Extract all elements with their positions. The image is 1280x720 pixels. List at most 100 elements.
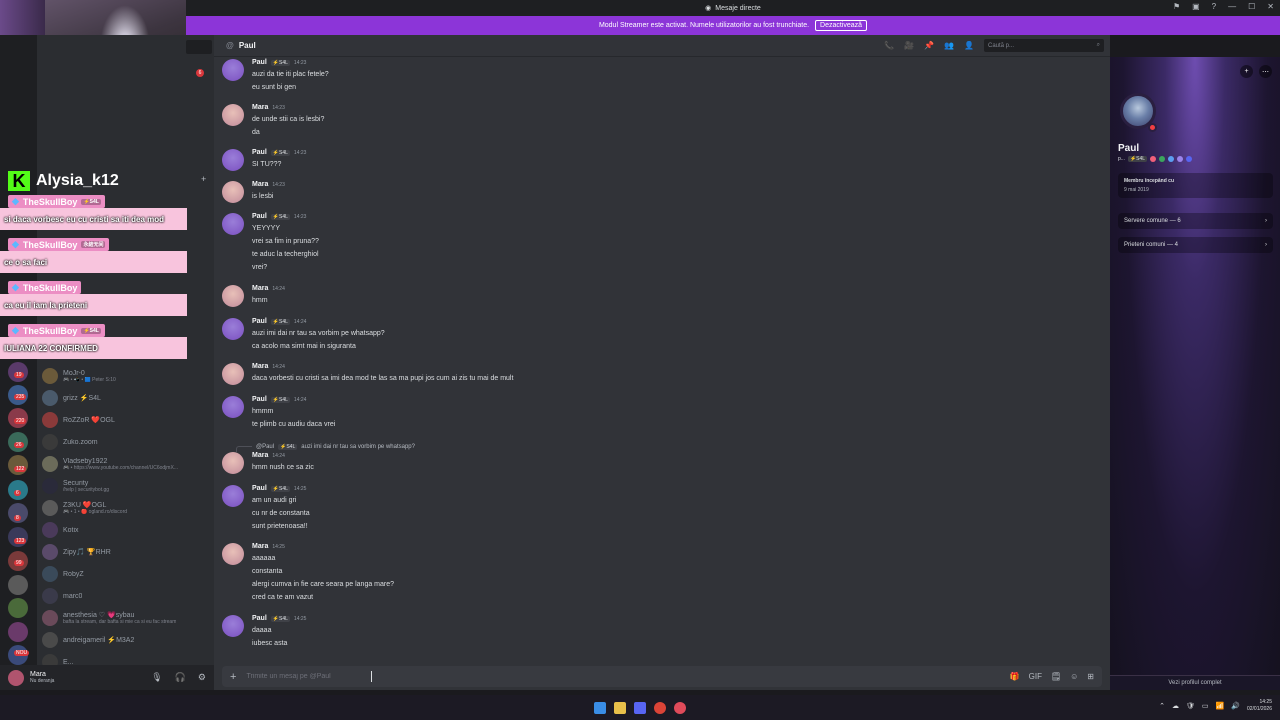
message-author[interactable]: Mara bbox=[252, 285, 268, 292]
dm-list-item[interactable]: anesthesia ♡ 💗sybau bafta la stream, dar … bbox=[42, 607, 212, 629]
minimize-button[interactable]: — bbox=[1228, 2, 1236, 11]
sticker-icon[interactable]: 🗒 bbox=[1051, 672, 1061, 681]
headphones-icon[interactable]: 🎧 bbox=[175, 672, 186, 683]
common-servers-row[interactable]: Servere comune — 6 › bbox=[1118, 213, 1273, 229]
dm-list-item[interactable]: Zipy🎵 🏆RHR bbox=[42, 541, 212, 563]
message-author[interactable]: Paul bbox=[252, 149, 267, 156]
message-author[interactable]: Mara bbox=[252, 181, 268, 188]
video-call-icon[interactable]: 🎥 bbox=[904, 41, 914, 50]
dm-list-item[interactable]: RoZZoR ❤️OGL bbox=[42, 409, 212, 431]
apps-icon[interactable]: ⊞ bbox=[1087, 672, 1094, 681]
cloud-icon[interactable]: ☁ bbox=[1172, 702, 1179, 710]
dm-list-item[interactable]: Security/help | securitybot.gg bbox=[42, 475, 212, 497]
server-icon[interactable] bbox=[8, 575, 28, 595]
app-icon[interactable] bbox=[674, 701, 686, 714]
server-icon[interactable] bbox=[8, 622, 28, 642]
message-avatar[interactable] bbox=[222, 543, 244, 565]
message-avatar[interactable] bbox=[222, 396, 244, 418]
screen-icon[interactable]: ▣ bbox=[1192, 2, 1200, 11]
message-content: Paul ⚡S4L 14:23 SI TU??? bbox=[252, 149, 306, 171]
message-avatar[interactable] bbox=[222, 452, 244, 474]
close-button[interactable]: ✕ bbox=[1267, 2, 1274, 11]
dm-list-item[interactable]: RobyZ bbox=[42, 563, 212, 585]
inbox-icon[interactable]: ⚑ bbox=[1173, 2, 1180, 11]
shield-icon[interactable]: 🛡 bbox=[1186, 702, 1195, 710]
maximize-button[interactable]: ☐ bbox=[1248, 2, 1255, 11]
message-author[interactable]: Mara bbox=[252, 104, 268, 111]
message-avatar[interactable] bbox=[222, 363, 244, 385]
profile-toggle-icon[interactable]: 👤 bbox=[964, 41, 974, 50]
message-timestamp: 14:25 bbox=[293, 485, 307, 492]
microphone-icon[interactable]: 🎙 bbox=[151, 672, 162, 683]
message-avatar[interactable] bbox=[222, 149, 244, 171]
message-author[interactable]: Mara bbox=[252, 543, 268, 550]
overlay-chat-username: TheSkullBoy bbox=[22, 196, 78, 207]
dm-list-item[interactable]: Vladseby1922 🎮 • https://www.youtube.com/… bbox=[42, 453, 212, 475]
voice-call-icon[interactable]: 📞 bbox=[884, 41, 894, 50]
message-avatar[interactable] bbox=[222, 485, 244, 507]
message-timestamp: 14:23 bbox=[272, 104, 285, 111]
message-avatar[interactable] bbox=[222, 104, 244, 126]
dm-list-item[interactable]: MoJr-0 🎮 • 📲 • 🟦 Peter S:10 bbox=[42, 365, 212, 387]
message-text: hmm bbox=[252, 297, 268, 304]
dm-list-item[interactable]: Kotix bbox=[42, 519, 212, 541]
server-icon[interactable] bbox=[8, 527, 28, 547]
add-dm-icon[interactable]: + bbox=[201, 174, 206, 184]
dm-list-item[interactable]: marc0 bbox=[42, 585, 212, 607]
message-author[interactable]: Mara bbox=[252, 363, 268, 370]
tray-expand-icon[interactable]: ⌃ bbox=[1159, 702, 1165, 710]
overlay-chat-tag: ⚡S4L bbox=[81, 327, 101, 334]
chrome-icon[interactable] bbox=[654, 701, 666, 714]
message-avatar[interactable] bbox=[222, 615, 244, 637]
settings-gear-icon[interactable]: ⚙ bbox=[198, 672, 206, 683]
message-author[interactable]: Paul bbox=[252, 485, 267, 492]
message-author[interactable]: Paul bbox=[252, 615, 267, 622]
help-icon[interactable]: ? bbox=[1212, 2, 1216, 11]
dm-search-input[interactable] bbox=[186, 40, 212, 54]
message-author[interactable]: Paul bbox=[252, 213, 267, 220]
discord-taskbar-icon[interactable] bbox=[634, 701, 646, 714]
message-content: Mara 14:24 hmm bbox=[252, 285, 285, 307]
message-text: daaaa bbox=[252, 627, 272, 634]
overlay-chat-username: TheSkullBoy bbox=[22, 239, 78, 250]
server-icon[interactable] bbox=[8, 598, 28, 618]
message-avatar[interactable] bbox=[222, 213, 244, 235]
view-full-profile-link[interactable]: Vezi profilul complet bbox=[1110, 675, 1280, 690]
dm-list-item[interactable]: Z3KU ❤️OGL 🎮 • 1 • 🔴 ogland.ro/discord bbox=[42, 497, 212, 519]
message-author[interactable]: Paul bbox=[252, 59, 267, 66]
gift-icon[interactable]: 🎁 bbox=[1010, 672, 1020, 681]
message-content: Mara 14:24 hmm nush ce sa zic bbox=[252, 452, 314, 474]
clock[interactable]: 14:25 02/01/2026 bbox=[1247, 699, 1272, 713]
message-avatar[interactable] bbox=[222, 181, 244, 203]
display-icon[interactable]: ▭ bbox=[1202, 702, 1209, 710]
add-friend-icon[interactable]: + bbox=[1240, 65, 1253, 78]
user-avatar[interactable] bbox=[8, 669, 24, 686]
pin-icon[interactable]: 📌 bbox=[924, 41, 934, 50]
dm-list-item[interactable]: grizz ⚡S4L bbox=[42, 387, 212, 409]
message-avatar[interactable] bbox=[222, 59, 244, 81]
message-author[interactable]: Paul bbox=[252, 396, 267, 403]
message-author[interactable]: Mara bbox=[252, 452, 268, 459]
gif-icon[interactable]: GIF bbox=[1029, 672, 1042, 681]
message-author[interactable]: Paul bbox=[252, 318, 267, 325]
server-icon[interactable] bbox=[8, 455, 28, 475]
message-group: Paul ⚡S4L 14:23 YEYYYY vrei sa fim in pruna?… bbox=[222, 213, 319, 272]
message-avatar[interactable] bbox=[222, 285, 244, 307]
attach-plus-icon[interactable]: + bbox=[230, 671, 236, 683]
reply-reference[interactable]: @Paul ⚡S4L auzi imi dai nr tau sa vorbim… bbox=[236, 442, 415, 452]
emoji-icon[interactable]: ☺ bbox=[1070, 672, 1078, 681]
file-explorer-icon[interactable] bbox=[614, 701, 626, 714]
user-controls: 🎙 🎧 ⚙ bbox=[151, 672, 206, 683]
windows-start-icon[interactable] bbox=[594, 701, 606, 714]
network-icon[interactable]: 📶 bbox=[1216, 702, 1225, 710]
channel-search-input[interactable]: Caută p... ⌕ bbox=[984, 39, 1104, 52]
volume-icon[interactable]: 🔊 bbox=[1231, 702, 1240, 710]
dm-list-item[interactable]: andreigameril ⚡M3A2 bbox=[42, 629, 212, 651]
add-friends-icon[interactable]: 👥 bbox=[944, 41, 954, 50]
disable-streamer-mode-button[interactable]: Dezactivează bbox=[815, 20, 868, 31]
dm-list-item[interactable]: Zuko.zoom bbox=[42, 431, 212, 453]
common-friends-row[interactable]: Prieteni comuni — 4 › bbox=[1118, 237, 1273, 253]
message-input[interactable] bbox=[246, 673, 947, 680]
more-options-icon[interactable]: ⋯ bbox=[1259, 65, 1272, 78]
message-avatar[interactable] bbox=[222, 318, 244, 340]
